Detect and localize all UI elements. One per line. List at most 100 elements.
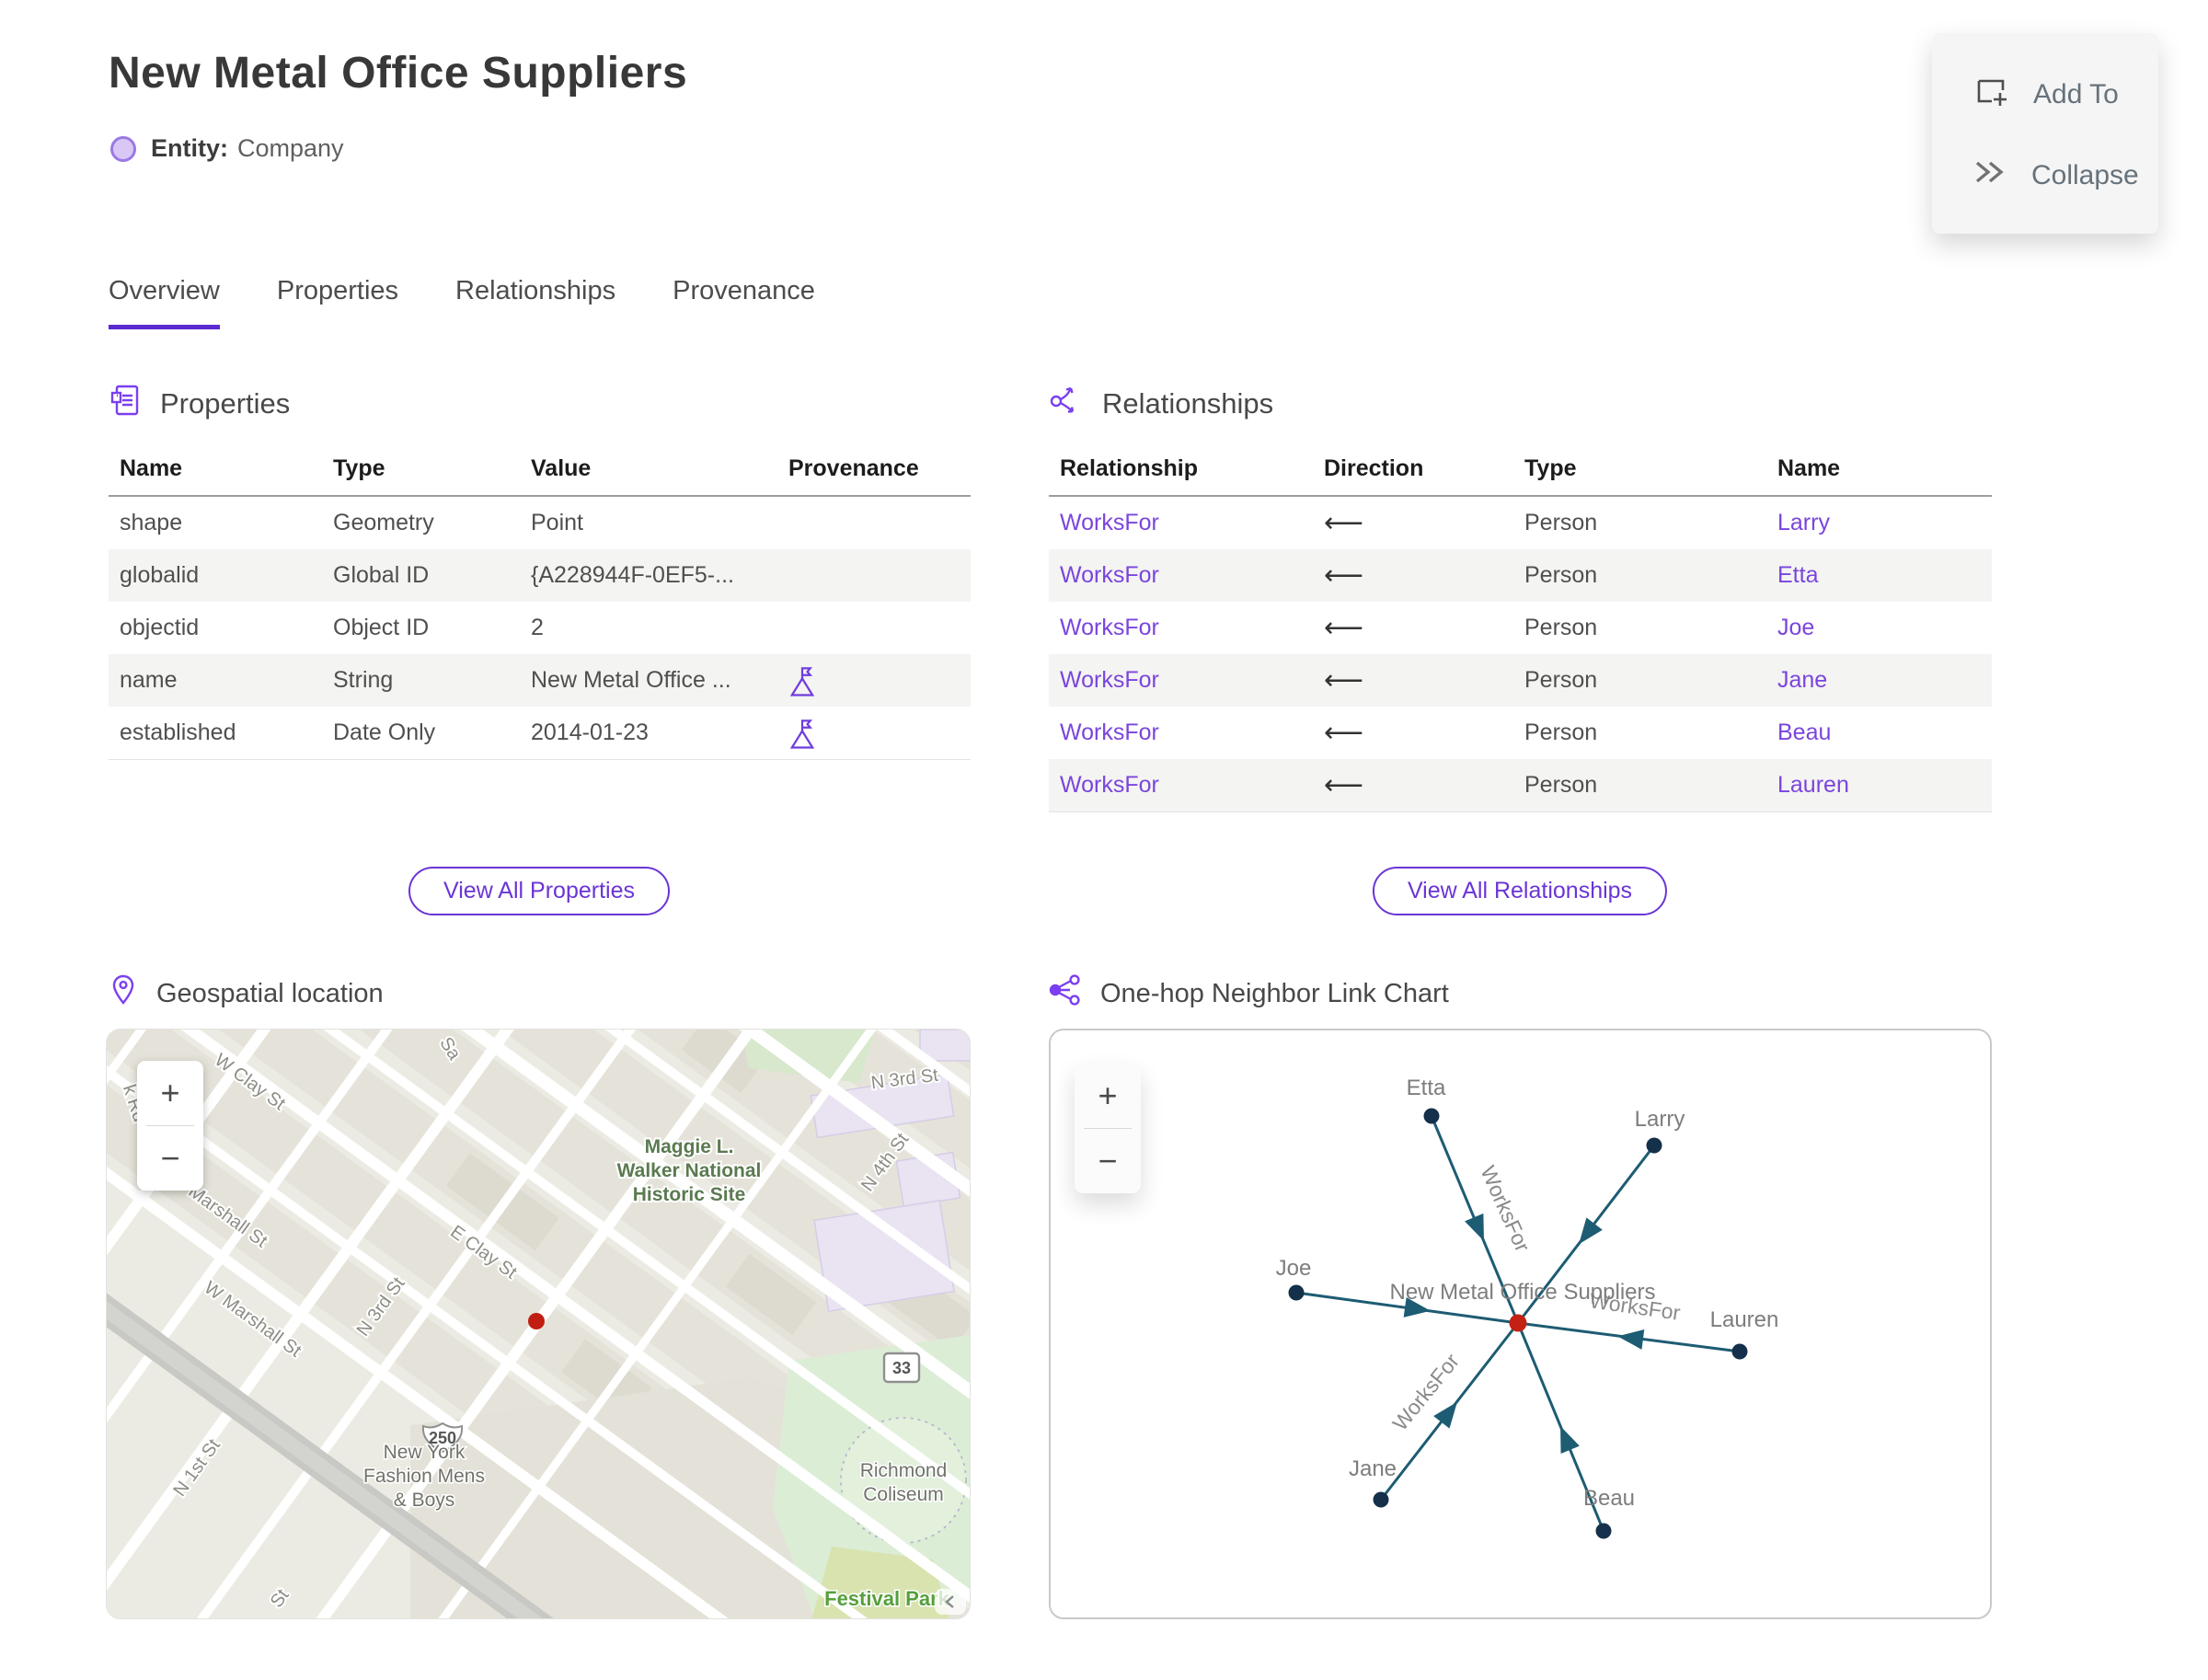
node-label: Lauren [1710, 1307, 1779, 1332]
prop-value: Point [531, 510, 583, 535]
prop-type: Date Only [333, 719, 436, 745]
node-label: Etta [1407, 1076, 1446, 1100]
link-chart-canvas[interactable]: WorksFor WorksFor WorksFor Etta Larry Jo… [1049, 1029, 1992, 1619]
map-zoom-control: + − [137, 1061, 203, 1191]
table-row: established Date Only 2014-01-23 [109, 707, 971, 759]
node-center[interactable] [1509, 1314, 1527, 1332]
table-row: WorksFor ⟵ Person Etta [1049, 549, 1992, 602]
properties-table: Name Type Value Provenance shape Geometr… [109, 442, 971, 760]
collapse-button[interactable]: Collapse [1972, 157, 2158, 194]
zoom-in-button[interactable]: + [137, 1061, 203, 1125]
rel-type: Person [1524, 719, 1598, 745]
entity-link[interactable]: Beau [1766, 719, 1992, 746]
tab-relationships[interactable]: Relationships [455, 276, 615, 329]
node-larry[interactable] [1646, 1137, 1662, 1154]
page-title: New Metal Office Suppliers [109, 49, 688, 98]
properties-section-title: Properties [160, 387, 291, 420]
geospatial-section-header: Geospatial location [109, 973, 384, 1014]
location-marker[interactable] [528, 1313, 545, 1329]
map-canvas[interactable]: 250 33 k Rd W Clay St Sa Marshall St W M… [106, 1029, 971, 1619]
poi-label: Coliseum [863, 1484, 944, 1505]
poi-label: Historic Site [633, 1184, 746, 1205]
view-all-properties-button[interactable]: View All Properties [408, 867, 670, 915]
relationship-link[interactable]: WorksFor [1049, 615, 1313, 641]
zoom-in-button[interactable]: + [1075, 1064, 1141, 1128]
relationships-icon [1049, 383, 1084, 425]
entity-type-row: Entity: Company [110, 134, 344, 163]
properties-section-header: Properties [109, 383, 290, 425]
node-label: Joe [1276, 1256, 1312, 1281]
col-direction: Direction [1324, 455, 1424, 481]
properties-table-header: Name Type Value Provenance [109, 442, 971, 497]
relationship-link[interactable]: WorksFor [1049, 667, 1313, 694]
view-all-relationships-button[interactable]: View All Relationships [1372, 867, 1668, 915]
tab-overview[interactable]: Overview [109, 276, 220, 329]
entity-link[interactable]: Larry [1766, 510, 1992, 536]
direction-arrow: ⟵ [1324, 718, 1364, 748]
link-chart: WorksFor WorksFor WorksFor Etta Larry Jo… [1276, 1076, 1779, 1539]
prop-name: name [120, 667, 178, 693]
map-pin-icon [109, 973, 138, 1014]
table-row: name String New Metal Office ... [109, 654, 971, 707]
properties-icon [109, 383, 142, 425]
relationships-section-header: Relationships [1049, 383, 1273, 425]
node-lauren[interactable] [1731, 1343, 1748, 1360]
direction-arrow: ⟵ [1324, 770, 1364, 800]
provenance-flag-icon[interactable] [777, 664, 971, 697]
tab-properties[interactable]: Properties [277, 276, 398, 329]
node-label: Beau [1583, 1486, 1635, 1511]
table-row: objectid Object ID 2 [109, 602, 971, 654]
prop-value: New Metal Office ... [531, 667, 731, 693]
relationship-link[interactable]: WorksFor [1049, 719, 1313, 746]
edge-label: WorksFor [1387, 1349, 1464, 1435]
entity-label: Entity: [151, 134, 228, 162]
node-joe[interactable] [1288, 1284, 1305, 1301]
route-33-label: 33 [892, 1359, 911, 1377]
poi-label: & Boys [394, 1490, 455, 1511]
prop-type: Object ID [333, 615, 430, 640]
table-row: globalid Global ID {A228944F-0EF5-... [109, 549, 971, 602]
col-name: Name [120, 455, 183, 481]
link-chart-section-header: One-hop Neighbor Link Chart [1049, 973, 1449, 1014]
center-node-label: New Metal Office Suppliers [1389, 1280, 1655, 1305]
entity-link[interactable]: Jane [1766, 667, 1992, 694]
direction-arrow: ⟵ [1324, 560, 1364, 591]
relationships-table: Relationship Direction Type Name WorksFo… [1049, 442, 1992, 812]
node-beau[interactable] [1595, 1523, 1612, 1539]
collapse-label: Collapse [2031, 159, 2139, 190]
relationship-link[interactable]: WorksFor [1049, 772, 1313, 799]
relationship-link[interactable]: WorksFor [1049, 510, 1313, 536]
provenance-flag-icon[interactable] [777, 717, 971, 750]
entity-link[interactable]: Etta [1766, 562, 1992, 589]
poi-label: Festival Park [824, 1587, 950, 1610]
rel-type: Person [1524, 667, 1598, 693]
node-etta[interactable] [1423, 1108, 1440, 1124]
rel-type: Person [1524, 510, 1598, 535]
prop-type: String [333, 667, 394, 693]
entity-link[interactable]: Lauren [1766, 772, 1992, 799]
poi-label: Maggie L. [645, 1136, 734, 1157]
col-name: Name [1777, 455, 1841, 481]
entity-link[interactable]: Joe [1766, 615, 1992, 641]
zoom-out-button[interactable]: − [1075, 1129, 1141, 1193]
prop-value: 2014-01-23 [531, 719, 649, 745]
node-label: Jane [1349, 1456, 1397, 1481]
tab-provenance[interactable]: Provenance [673, 276, 815, 329]
chart-zoom-control: + − [1075, 1064, 1141, 1193]
tab-bar: Overview Properties Relationships Proven… [109, 276, 815, 329]
entity-detail-page: New Metal Office Suppliers Entity: Compa… [0, 0, 2208, 1680]
entity-type-icon [110, 135, 136, 162]
prop-type: Geometry [333, 510, 434, 535]
attribution-toggle[interactable] [935, 1589, 966, 1615]
prop-name: objectid [120, 615, 200, 640]
chevron-double-right-icon [1972, 157, 2007, 194]
direction-arrow: ⟵ [1324, 665, 1364, 696]
table-row: WorksFor ⟵ Person Joe [1049, 602, 1992, 654]
prop-name: shape [120, 510, 183, 535]
relationship-link[interactable]: WorksFor [1049, 562, 1313, 589]
node-jane[interactable] [1373, 1491, 1389, 1508]
direction-arrow: ⟵ [1324, 613, 1364, 643]
zoom-out-button[interactable]: − [137, 1126, 203, 1191]
table-row: shape Geometry Point [109, 497, 971, 549]
add-to-button[interactable]: Add To [1972, 73, 2158, 117]
